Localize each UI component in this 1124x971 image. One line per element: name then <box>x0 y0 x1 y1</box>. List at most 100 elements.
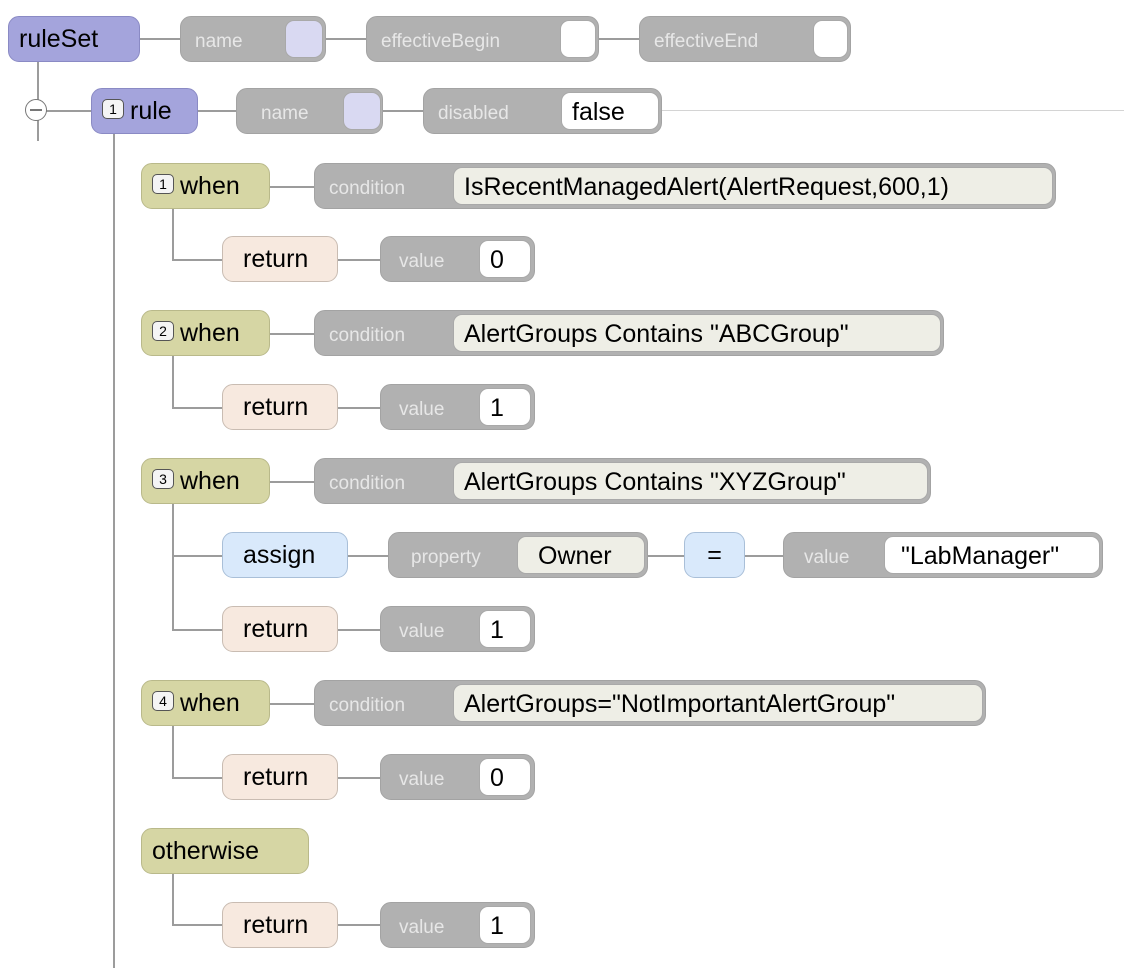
tree-line <box>172 726 174 778</box>
assign-operator[interactable]: = <box>684 532 745 578</box>
rule-disabled-value[interactable]: false <box>561 92 659 130</box>
return-node[interactable]: return <box>222 902 338 948</box>
return-label: return <box>243 245 309 273</box>
tree-line <box>270 186 314 188</box>
tree-line <box>172 259 222 261</box>
return-value[interactable]: 0 <box>479 758 531 796</box>
attribute-label: value <box>399 251 445 272</box>
condition-value[interactable]: IsRecentManagedAlert(AlertRequest,600,1) <box>453 167 1053 205</box>
when-label: when <box>180 467 240 495</box>
return-value-attribute[interactable]: value 0 <box>380 754 535 800</box>
when-node[interactable]: 1 when <box>141 163 270 209</box>
attribute-label: disabled <box>438 103 509 124</box>
return-node[interactable]: return <box>222 754 338 800</box>
assign-node[interactable]: assign <box>222 532 348 578</box>
return-label: return <box>243 393 309 421</box>
return-node[interactable]: return <box>222 384 338 430</box>
rule-label: rule <box>130 97 172 125</box>
tree-line <box>172 777 222 779</box>
assign-value[interactable]: "LabManager" <box>884 536 1100 574</box>
return-value[interactable]: 1 <box>479 906 531 944</box>
ruleset-effective-begin-attribute[interactable]: effectiveBegin <box>366 16 599 62</box>
return-value-attribute[interactable]: value 0 <box>380 236 535 282</box>
condition-value[interactable]: AlertGroups Contains "ABCGroup" <box>453 314 941 352</box>
tree-line <box>338 777 380 779</box>
attribute-label: value <box>399 769 445 790</box>
tree-line <box>745 555 783 557</box>
when-node[interactable]: 4 when <box>141 680 270 726</box>
tree-line <box>172 407 222 409</box>
tree-line <box>172 208 174 260</box>
return-label: return <box>243 615 309 643</box>
attribute-label: value <box>399 621 445 642</box>
return-value[interactable]: 1 <box>479 388 531 426</box>
attribute-label: condition <box>329 695 406 716</box>
rule-name-attribute[interactable]: name <box>236 88 383 134</box>
otherwise-node[interactable]: otherwise <box>141 828 309 874</box>
when-node[interactable]: 2 when <box>141 310 270 356</box>
tree-line <box>270 703 314 705</box>
collapse-minus-icon[interactable] <box>25 99 47 121</box>
return-value-attribute[interactable]: value 1 <box>380 606 535 652</box>
return-value-attribute[interactable]: value 1 <box>380 902 535 948</box>
ruleset-label: ruleSet <box>19 25 99 53</box>
return-label: return <box>243 763 309 791</box>
attribute-label: value <box>804 547 850 568</box>
condition-value[interactable]: AlertGroups Contains "XYZGroup" <box>453 462 928 500</box>
when-node[interactable]: 3 when <box>141 458 270 504</box>
tree-line <box>338 924 380 926</box>
assign-label: assign <box>243 541 316 569</box>
effective-end-value[interactable] <box>813 20 848 58</box>
ruleset-name-attribute[interactable]: name <box>180 16 326 62</box>
ruleset-name-value[interactable] <box>285 20 323 58</box>
ruleset-node[interactable]: ruleSet <box>8 16 140 62</box>
property-value[interactable]: Owner <box>517 536 645 574</box>
return-label: return <box>243 911 309 939</box>
tree-line <box>198 110 236 112</box>
ruleset-effective-end-attribute[interactable]: effectiveEnd <box>639 16 851 62</box>
rule-disabled-attribute[interactable]: disabled false <box>423 88 662 134</box>
rule-node[interactable]: 1 rule <box>91 88 198 134</box>
effective-begin-value[interactable] <box>560 20 596 58</box>
condition-attribute[interactable]: condition AlertGroups Contains "XYZGroup… <box>314 458 931 504</box>
tree-line <box>348 555 388 557</box>
condition-attribute[interactable]: condition AlertGroups="NotImportantAlert… <box>314 680 986 726</box>
when-label: when <box>180 689 240 717</box>
assign-value-attribute[interactable]: value "LabManager" <box>783 532 1103 578</box>
return-node[interactable]: return <box>222 236 338 282</box>
tree-line <box>338 629 380 631</box>
rule-index: 1 <box>102 99 124 120</box>
attribute-label: value <box>399 399 445 420</box>
attribute-label: condition <box>329 473 406 494</box>
attribute-label: name <box>195 31 243 52</box>
tree-line <box>662 110 1124 111</box>
attribute-label: condition <box>329 325 406 346</box>
return-value[interactable]: 0 <box>479 240 531 278</box>
when-label: when <box>180 172 240 200</box>
attribute-label: effectiveBegin <box>381 31 501 52</box>
return-value-attribute[interactable]: value 1 <box>380 384 535 430</box>
return-node[interactable]: return <box>222 606 338 652</box>
condition-attribute[interactable]: condition AlertGroups Contains "ABCGroup… <box>314 310 944 356</box>
attribute-label: effectiveEnd <box>654 31 759 52</box>
when-label: when <box>180 319 240 347</box>
when-index: 4 <box>152 691 174 712</box>
tree-line <box>172 629 222 631</box>
tree-line <box>172 873 174 925</box>
tree-line <box>172 924 222 926</box>
condition-value[interactable]: AlertGroups="NotImportantAlertGroup" <box>453 684 983 722</box>
when-index: 2 <box>152 321 174 342</box>
tree-line <box>326 38 366 40</box>
when-index: 1 <box>152 174 174 195</box>
return-value[interactable]: 1 <box>479 610 531 648</box>
otherwise-label: otherwise <box>152 837 259 865</box>
tree-line <box>140 38 180 40</box>
rule-name-value[interactable] <box>343 92 381 130</box>
attribute-label: name <box>261 103 309 124</box>
tree-line <box>172 504 174 630</box>
tree-line <box>383 110 423 112</box>
condition-attribute[interactable]: condition IsRecentManagedAlert(AlertRequ… <box>314 163 1056 209</box>
property-attribute[interactable]: property Owner <box>388 532 648 578</box>
attribute-label: property <box>411 547 481 568</box>
tree-line <box>338 259 380 261</box>
